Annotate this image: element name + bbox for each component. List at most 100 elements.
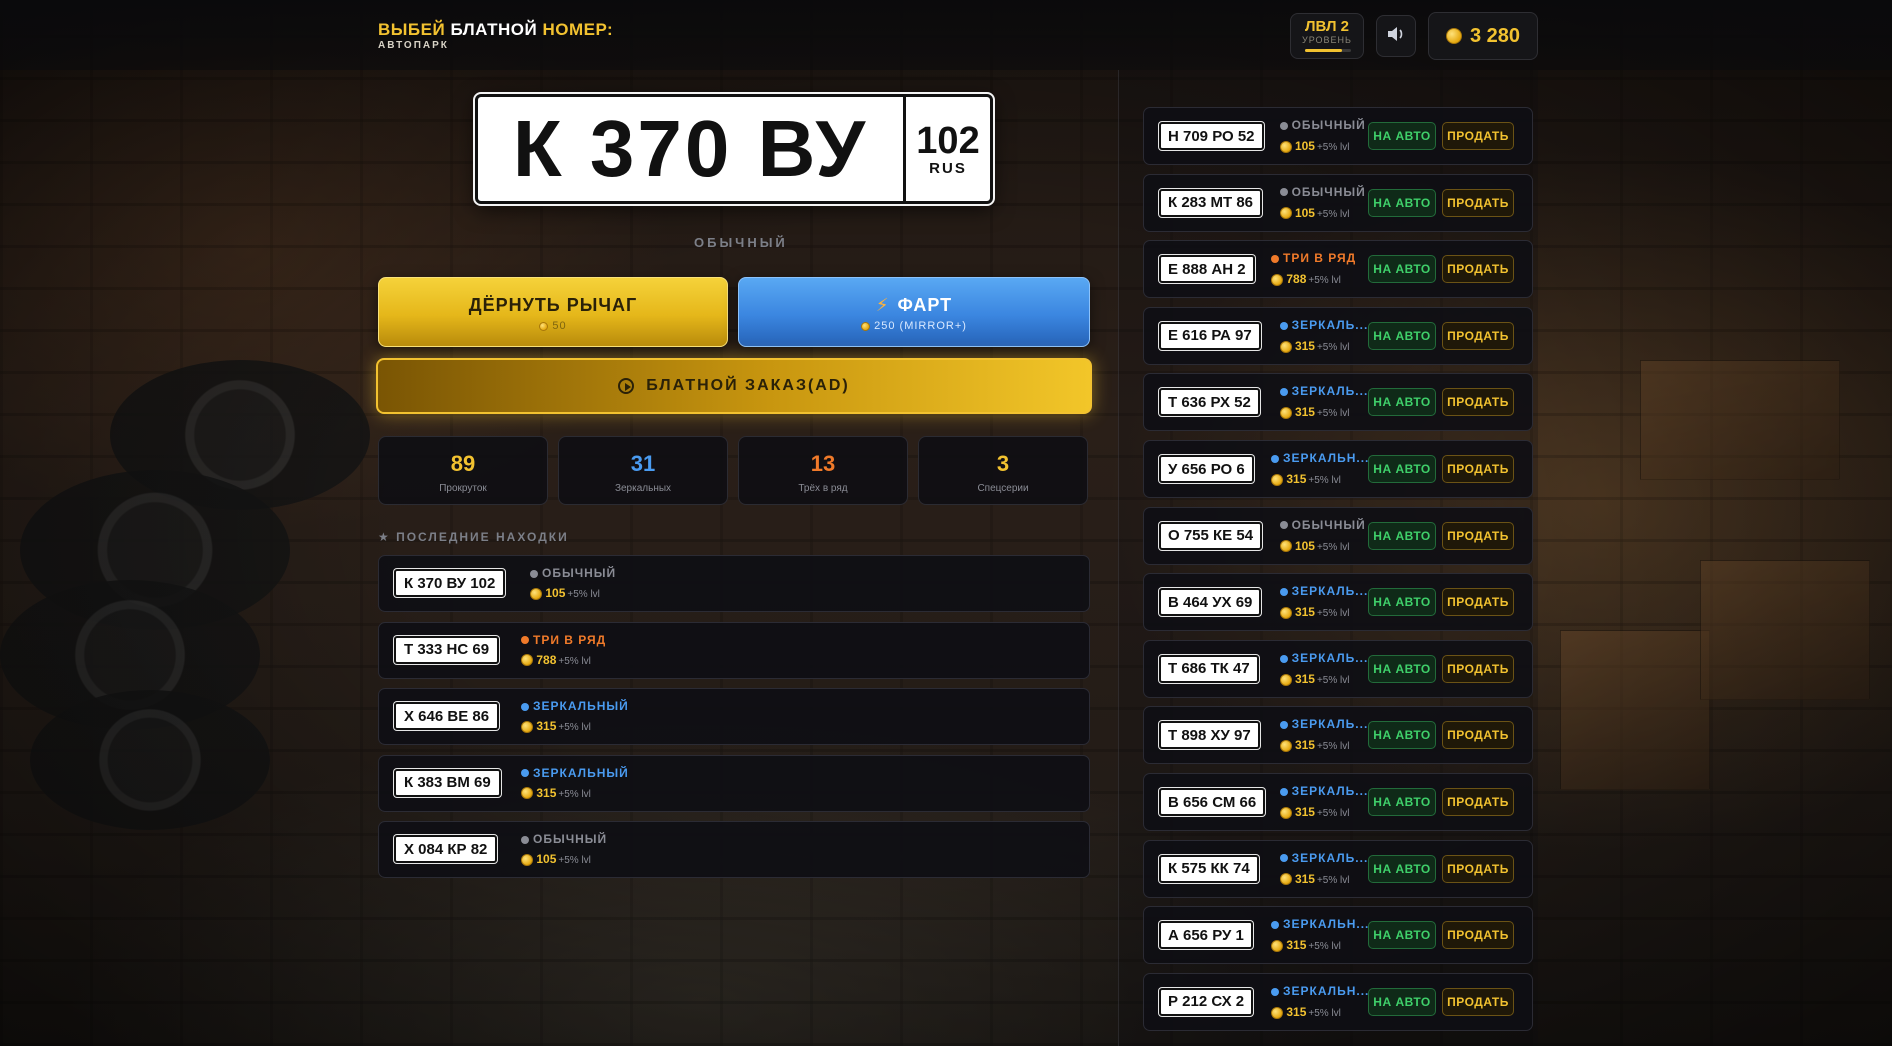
to-car-button[interactable]: НА АВТО	[1368, 588, 1436, 617]
sell-button[interactable]: ПРОДАТЬ	[1442, 255, 1514, 284]
plate-badge: К 283 МТ 86	[1159, 188, 1263, 217]
level-badge[interactable]: ЛВЛ 2 УРОВЕНЬ	[1290, 13, 1364, 59]
price-value: 315 +5% lvl	[1271, 472, 1341, 486]
plate-badge: Х 084 КР 82	[394, 835, 498, 863]
sell-button[interactable]: ПРОДАТЬ	[1442, 455, 1514, 483]
to-car-button[interactable]: НА АВТО	[1368, 388, 1436, 417]
price-amount: 315	[1286, 472, 1307, 486]
plate-badge: У 656 РО 6	[1159, 455, 1254, 483]
luck-button-label: ФАРТ	[897, 295, 953, 315]
to-car-button[interactable]: НА АВТО	[1368, 122, 1436, 150]
sell-button[interactable]: ПРОДАТЬ	[1442, 188, 1514, 217]
pull-lever-cost: 50	[379, 320, 727, 332]
coin-icon	[521, 787, 533, 800]
price-amount: 315	[1294, 805, 1315, 819]
rarity-tag: ОБЫЧНЫЙ	[530, 566, 616, 580]
rarity-dot-icon	[1279, 321, 1288, 330]
rarity-dot-icon	[1279, 721, 1288, 730]
price-bonus: +5% lvl	[1316, 808, 1350, 819]
plate-badge: Т 333 НС 69	[394, 635, 500, 664]
special-order-label: БЛАТНОЙ ЗАКАЗ(AD)	[646, 377, 850, 394]
recent-find-row[interactable]: Х 084 КР 82 ОБЫЧНЫЙ 105 +5% lvl	[378, 821, 1090, 878]
price-bonus: +5% lvl	[558, 655, 591, 667]
sell-button[interactable]: ПРОДАТЬ	[1442, 388, 1514, 417]
luck-button-title: ⚡ ФАРТ	[739, 295, 1089, 316]
crate-decoration	[1700, 560, 1870, 700]
special-order-ad-button[interactable]: БЛАТНОЙ ЗАКАЗ(AD)	[376, 358, 1092, 414]
garage-plate-row: Р 212 СХ 2 ЗЕРКАЛЬН... 315 +5% lvl НА АВТО П…	[1143, 972, 1533, 1031]
pull-lever-button[interactable]: ДЁРНУТЬ РЫЧАГ 50	[378, 277, 728, 347]
price-value: 315 +5% lvl	[1279, 872, 1350, 886]
price-bonus: +5% lvl	[1316, 874, 1350, 886]
recent-find-row[interactable]: К 383 ВМ 69 ЗЕРКАЛЬНЫЙ 315 +5% lvl	[378, 754, 1090, 812]
coin-icon	[1271, 1006, 1283, 1019]
to-car-button[interactable]: НА АВТО	[1368, 521, 1436, 550]
to-car-button[interactable]: НА АВТО	[1368, 854, 1436, 883]
sell-button[interactable]: ПРОДАТЬ	[1442, 987, 1514, 1016]
rarity-dot-icon	[1279, 654, 1288, 663]
plate-badge: К 370 ВУ 102	[394, 569, 506, 597]
to-car-button[interactable]: НА АВТО	[1368, 921, 1436, 950]
game-title: ВЫБЕЙ БЛАТНОЙ НОМЕР:	[378, 20, 613, 40]
rarity-dot-icon	[1279, 787, 1288, 796]
to-car-button[interactable]: НА АВТО	[1368, 255, 1436, 284]
plate-region-number: 102	[916, 119, 980, 162]
garage-list-panel[interactable]: Н 709 РО 52 ОБЫЧНЫЙ 105 +5% lvl НА АВТО ПРОД…	[1118, 70, 1538, 1046]
price-bonus: +5% lvl	[1316, 541, 1350, 553]
top-bar: ВЫБЕЙ БЛАТНОЙ НОМЕР: АВТОПАРК ЛВЛ 2 УРОВ…	[0, 0, 1892, 70]
sound-toggle-button[interactable]	[1376, 15, 1416, 57]
to-car-button[interactable]: НА АВТО	[1368, 788, 1436, 816]
garage-plate-row: Т 636 РХ 52 ЗЕРКАЛЬ... 315 +5% lvl НА АВТО П…	[1143, 373, 1533, 432]
garage-plate-row: К 575 КК 74 ЗЕРКАЛЬ... 315 +5% lvl НА АВТО П…	[1143, 839, 1533, 898]
sell-button[interactable]: ПРОДАТЬ	[1442, 122, 1514, 150]
price-bonus: +5% lvl	[1316, 208, 1350, 220]
rarity-tag: ЗЕРКАЛЬН...	[1271, 984, 1369, 998]
price-bonus: +5% lvl	[1308, 941, 1341, 953]
rarity-text: ТРИ В РЯД	[533, 632, 607, 647]
sell-button[interactable]: ПРОДАТЬ	[1442, 521, 1514, 550]
price-bonus: +5% lvl	[1308, 475, 1341, 486]
sell-button[interactable]: ПРОДАТЬ	[1442, 788, 1514, 816]
sell-button[interactable]: ПРОДАТЬ	[1442, 854, 1514, 883]
sell-button[interactable]: ПРОДАТЬ	[1442, 721, 1514, 750]
recent-find-row[interactable]: К 370 ВУ 102 ОБЫЧНЫЙ 105 +5% lvl	[378, 555, 1090, 612]
price-value: 315 +5% lvl	[1279, 805, 1350, 819]
to-car-button[interactable]: НА АВТО	[1368, 321, 1436, 350]
sell-button[interactable]: ПРОДАТЬ	[1442, 588, 1514, 617]
garage-plate-row: В 656 СМ 66 ЗЕРКАЛЬ... 315 +5% lvl НА АВТО П…	[1143, 773, 1533, 831]
rarity-dot-icon	[1279, 388, 1288, 397]
plate-badge: Т 686 ТК 47	[1159, 654, 1259, 683]
rarity-text: ЗЕРКАЛЬНЫЙ	[533, 699, 629, 713]
to-car-button[interactable]: НА АВТО	[1368, 188, 1436, 217]
recent-find-row[interactable]: Х 646 ВЕ 86 ЗЕРКАЛЬНЫЙ 315 +5% lvl	[378, 688, 1090, 745]
coin-icon	[1279, 207, 1292, 220]
coin-icon	[1271, 473, 1283, 486]
recent-find-row[interactable]: Т 333 НС 69 ТРИ В РЯД 788 +5% lvl	[378, 621, 1090, 679]
sell-button[interactable]: ПРОДАТЬ	[1442, 321, 1514, 350]
price-amount: 105	[545, 586, 566, 600]
luck-button[interactable]: ⚡ ФАРТ 250 (MIRROR+)	[738, 277, 1090, 347]
price-bonus: +5% lvl	[1316, 341, 1350, 353]
coin-icon	[521, 853, 533, 866]
plate-badge: Х 646 ВЕ 86	[394, 702, 500, 730]
rarity-text: ЗЕРКАЛЬ...	[1291, 317, 1369, 332]
rarity-text: ЗЕРКАЛЬН...	[1283, 451, 1370, 465]
coin-balance-value: 3 280	[1469, 24, 1521, 47]
rarity-tag: ТРИ В РЯД	[521, 633, 606, 647]
title-word-3: НОМЕР:	[542, 20, 614, 39]
garage-plate-row: В 464 УХ 69 ЗЕРКАЛЬ... 315 +5% lvl НА АВТО П…	[1143, 573, 1533, 632]
garage-plate-row: О 755 КЕ 54 ОБЫЧНЫЙ 105 +5% lvl НА АВТО ПРОД…	[1143, 506, 1533, 565]
rarity-tag: ЗЕРКАЛЬН...	[1271, 451, 1369, 465]
sell-button[interactable]: ПРОДАТЬ	[1442, 654, 1514, 683]
garage-plate-row: Т 898 ХУ 97 ЗЕРКАЛЬ... 315 +5% lvl НА АВТО П…	[1143, 706, 1533, 765]
to-car-button[interactable]: НА АВТО	[1368, 721, 1436, 750]
rarity-text: ОБЫЧНЫЙ	[1291, 118, 1366, 132]
price-amount: 105	[1294, 538, 1315, 553]
plate-badge: Н 709 РО 52	[1159, 122, 1264, 150]
sell-button[interactable]: ПРОДАТЬ	[1442, 921, 1514, 950]
price-amount: 315	[1294, 671, 1315, 686]
to-car-button[interactable]: НА АВТО	[1368, 455, 1436, 483]
to-car-button[interactable]: НА АВТО	[1368, 654, 1436, 683]
to-car-button[interactable]: НА АВТО	[1368, 987, 1436, 1016]
price-value: 315 +5% lvl	[1271, 938, 1341, 952]
